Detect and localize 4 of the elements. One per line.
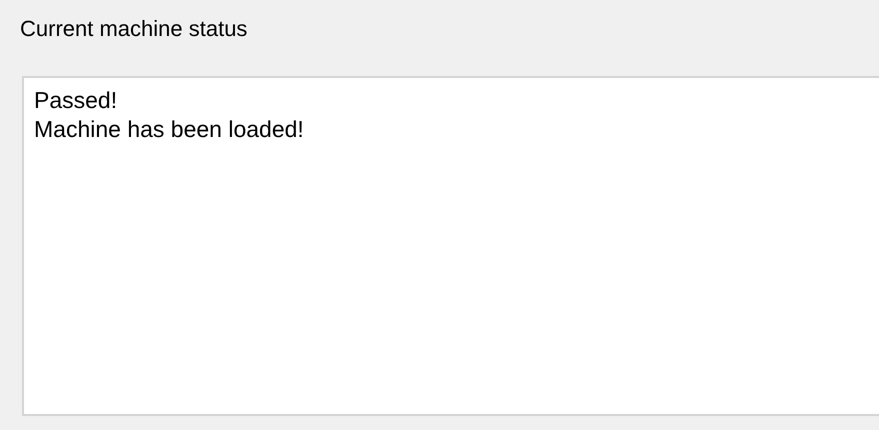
status-line: Passed! — [34, 86, 118, 115]
status-line: Machine has been loaded! — [34, 115, 304, 144]
status-text-box[interactable]: Passed! Machine has been loaded! — [22, 76, 879, 416]
group-label: Current machine status — [20, 15, 248, 43]
